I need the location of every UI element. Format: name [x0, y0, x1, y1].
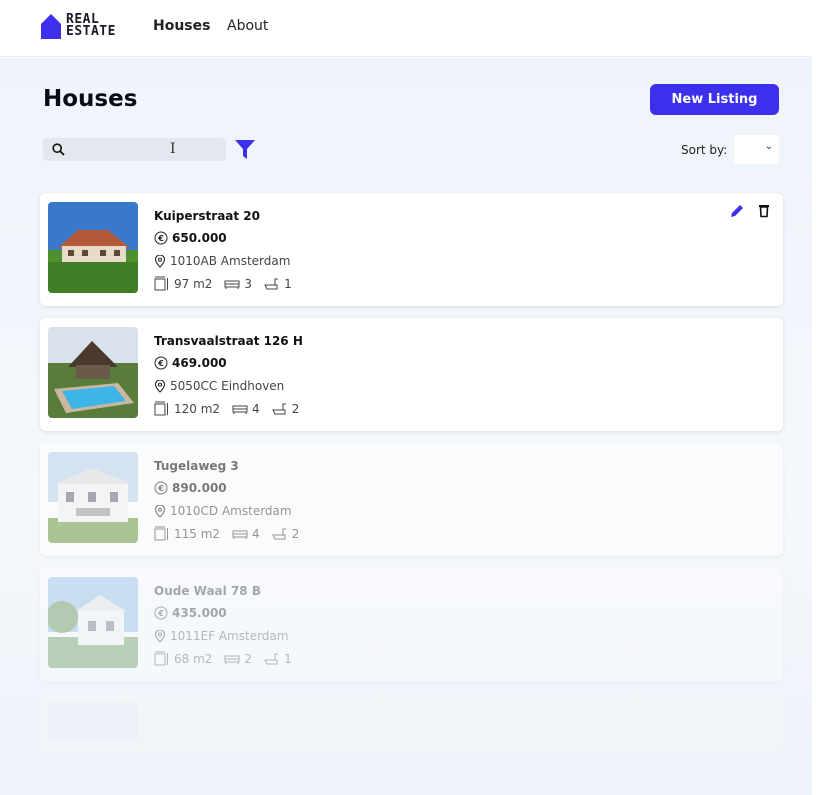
price-row: € 469.000 [154, 356, 227, 370]
svg-text:€: € [157, 609, 164, 618]
location-pin-icon [154, 504, 166, 518]
logo-line-2: ESTATE [66, 24, 116, 39]
page-title: Houses [43, 86, 138, 112]
listing-address: 1010CD Amsterdam [170, 504, 292, 518]
bed-icon [224, 655, 240, 664]
house-photo [48, 202, 138, 293]
listing-title[interactable]: Transvaalstraat 126 H [154, 334, 303, 348]
euro-icon: € [154, 481, 168, 495]
listing-bathrooms: 2 [291, 526, 300, 541]
search-icon [52, 143, 65, 156]
features-row: 120 m2 4 2 [154, 401, 311, 416]
bed-icon [224, 280, 240, 289]
house-photo [48, 452, 138, 543]
bath-icon [264, 653, 279, 664]
house-photo [48, 577, 138, 668]
price-row: € 650.000 [154, 231, 227, 245]
sort-select[interactable]: ⌄ [734, 135, 779, 164]
bath-icon [271, 403, 286, 414]
listing-title[interactable]: Kuiperstraat 20 [154, 209, 260, 223]
bed-icon [232, 530, 248, 539]
listing-bedrooms: 4 [252, 401, 260, 416]
address-row: 1010CD Amsterdam [154, 504, 292, 518]
text-cursor-icon: I [170, 141, 176, 157]
features-row: 97 m2 3 1 [154, 276, 304, 291]
listing-bedrooms: 3 [244, 276, 253, 291]
price-row: € 890.000 [154, 481, 227, 495]
chevron-down-icon: ⌄ [764, 141, 773, 152]
listing-price: 435.000 [172, 606, 227, 620]
listing-size: 115 m2 [174, 526, 221, 541]
listing-bedrooms: 2 [244, 651, 253, 666]
listing-card[interactable]: Kuiperstraat 20 € 650.000 1010AB Amsterd… [40, 193, 783, 306]
svg-text:€: € [157, 359, 164, 368]
listing-address: 1011EF Amsterdam [170, 629, 289, 643]
listing-card[interactable]: Tugelaweg 3 € 890.000 1010CD Amsterdam 1… [40, 443, 783, 556]
svg-text:€: € [157, 484, 164, 493]
listing-price: 650.000 [172, 231, 227, 245]
edit-icon[interactable] [729, 203, 745, 219]
nav-link-houses[interactable]: Houses [153, 18, 210, 34]
listing-bedrooms: 4 [252, 526, 260, 541]
listing-address: 1010AB Amsterdam [170, 254, 291, 268]
features-row: 115 m2 4 2 [154, 526, 311, 541]
listing-card-placeholder [40, 693, 783, 753]
location-pin-icon [154, 254, 166, 268]
address-row: 1011EF Amsterdam [154, 629, 288, 643]
size-icon [154, 276, 168, 291]
listing-bathrooms: 1 [284, 276, 292, 291]
house-photo [48, 702, 138, 742]
listing-title[interactable]: Tugelaweg 3 [154, 459, 239, 473]
address-row: 1010AB Amsterdam [154, 254, 290, 268]
address-row: 5050CC Eindhoven [154, 379, 284, 393]
listing-card[interactable]: Oude Waal 78 B € 435.000 1011EF Amsterda… [40, 568, 783, 681]
logo[interactable]: REAL ESTATE [40, 12, 116, 40]
nav-link-about[interactable]: About [227, 18, 268, 34]
new-listing-button[interactable]: New Listing [650, 84, 779, 115]
listing-size: 120 m2 [174, 401, 221, 416]
logo-text: REAL ESTATE [66, 13, 116, 39]
bath-icon [271, 528, 286, 539]
house-photo [48, 327, 138, 418]
euro-icon: € [154, 356, 168, 370]
listing-bathrooms: 1 [284, 651, 292, 666]
size-icon [154, 651, 168, 666]
size-icon [154, 526, 168, 541]
euro-icon: € [154, 606, 168, 620]
bath-icon [264, 278, 279, 289]
bed-icon [232, 405, 248, 414]
listing-price: 469.000 [172, 356, 227, 370]
delete-icon[interactable] [758, 204, 770, 218]
location-pin-icon [154, 379, 166, 393]
search-input[interactable]: I [43, 138, 226, 161]
listing-address: 5050CC Eindhoven [170, 379, 285, 393]
filter-icon[interactable] [234, 139, 256, 160]
listing-bathrooms: 2 [291, 401, 300, 416]
listing-price: 890.000 [172, 481, 227, 495]
house-logo-icon [41, 14, 61, 39]
svg-text:€: € [157, 234, 164, 243]
euro-icon: € [154, 231, 168, 245]
listing-title[interactable]: Oude Waal 78 B [154, 584, 261, 598]
listing-card[interactable]: Transvaalstraat 126 H € 469.000 5050CC E… [40, 318, 783, 431]
top-nav: REAL ESTATE Houses About [0, 0, 812, 57]
listing-size: 68 m2 [174, 651, 213, 666]
size-icon [154, 401, 168, 416]
sort-label: Sort by: [681, 143, 728, 157]
features-row: 68 m2 2 1 [154, 651, 304, 666]
listing-size: 97 m2 [174, 276, 213, 291]
location-pin-icon [154, 629, 166, 643]
price-row: € 435.000 [154, 606, 227, 620]
page: REAL ESTATE Houses About Houses New List… [0, 0, 812, 795]
